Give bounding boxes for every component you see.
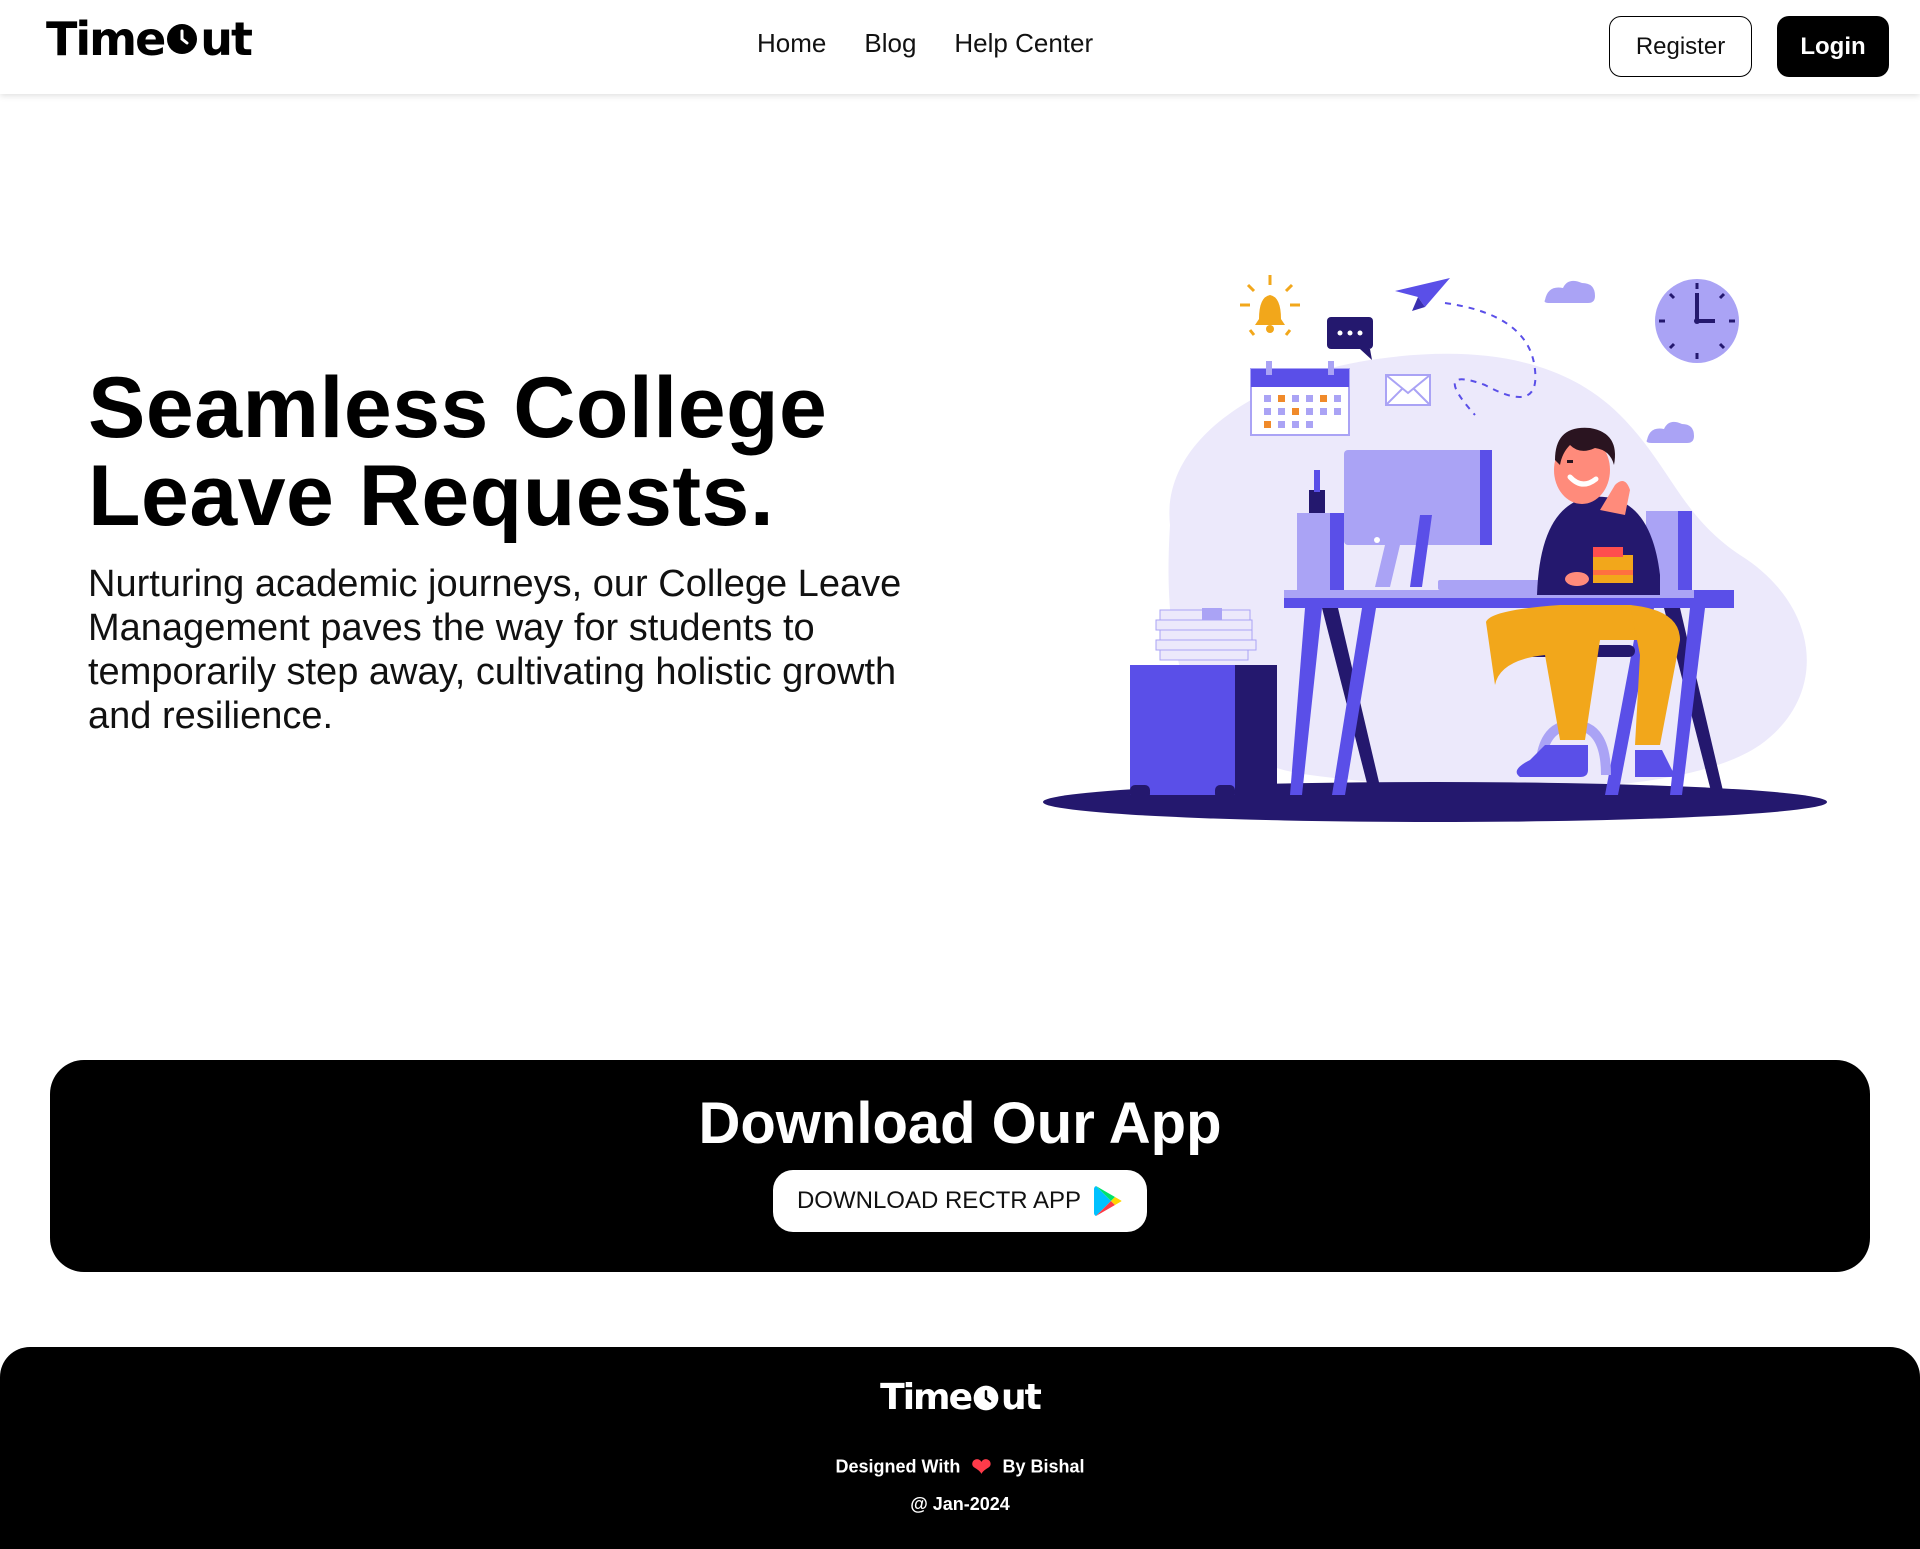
bell-icon (1240, 275, 1300, 336)
footer-logo[interactable]: Time ut (0, 1377, 1920, 1418)
drawer-cabinet (1130, 665, 1277, 799)
navbar: Time ut Home Blog Help Center Register L… (0, 0, 1920, 94)
nav-link-blog[interactable]: Blog (864, 28, 916, 59)
paper-stack (1155, 608, 1257, 661)
footer-date: @ Jan-2024 (910, 1494, 1010, 1514)
footer-credit: Designed With ❤ By Bishal (0, 1453, 1920, 1482)
calendar-icon (1250, 361, 1350, 436)
nav-links: Home Blog Help Center (757, 28, 1093, 59)
footer-logo-text-right: ut (1000, 1377, 1042, 1418)
envelope-icon (1385, 374, 1431, 406)
nav-link-home[interactable]: Home (757, 28, 826, 59)
download-app-button[interactable]: DOWNLOAD RECTR APP (773, 1170, 1147, 1232)
speaker-left (1297, 513, 1344, 590)
download-title: Download Our App (698, 1091, 1222, 1156)
footer-logo-text-left: Time (880, 1377, 973, 1418)
google-play-icon (1094, 1186, 1122, 1216)
hero-title-line1: Seamless College (88, 360, 828, 456)
clock-icon (167, 24, 198, 54)
logo-text-left: Time (46, 12, 166, 66)
download-banner: Download Our App DOWNLOAD RECTR APP (50, 1060, 1870, 1272)
download-button-label: DOWNLOAD RECTR APP (796, 1187, 1082, 1214)
logo-text-right: ut (200, 12, 253, 66)
credit-prefix: Designed With (835, 1456, 961, 1477)
timeout-logo[interactable]: Time ut (46, 10, 253, 68)
chat-icon (1327, 317, 1373, 360)
cloud-icon (1544, 280, 1595, 303)
credit-suffix: By Bishal (1002, 1456, 1085, 1477)
register-button[interactable]: Register (1609, 16, 1752, 77)
footer: Time ut Designed With ❤ By Bishal @ Jan-2… (0, 1347, 1920, 1549)
hero-title: Seamless College Leave Requests. (88, 364, 988, 540)
cloud-icon-2 (1646, 421, 1694, 443)
wall-clock-icon (1655, 279, 1739, 363)
heart-icon: ❤ (971, 1454, 992, 1481)
hero-title-line2: Leave Requests. (88, 448, 775, 544)
nav-link-help-center[interactable]: Help Center (954, 28, 1093, 59)
clock-icon (973, 1385, 999, 1411)
hero-subtitle: Nurturing academic journeys, our College… (88, 563, 902, 737)
login-button[interactable]: Login (1777, 16, 1889, 77)
hero-illustration (1043, 275, 1827, 822)
